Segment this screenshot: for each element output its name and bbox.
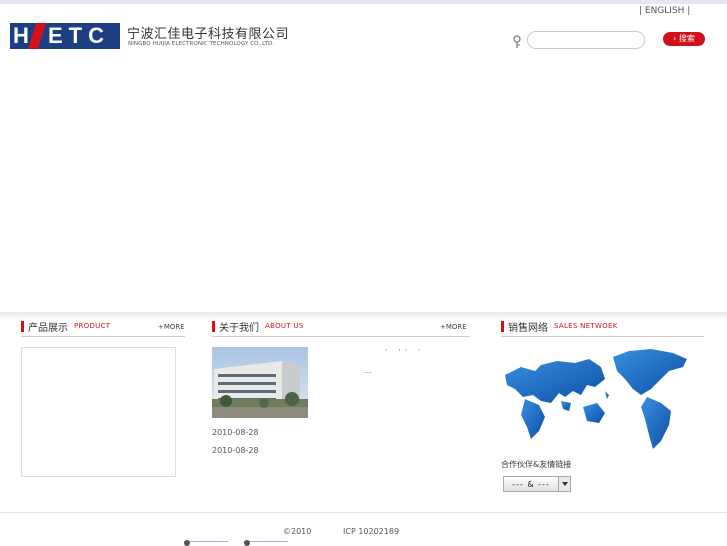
sales-title-cn: 销售网络: [508, 322, 548, 334]
company-name-cn: 宁波汇佳电子科技有限公司: [127, 27, 290, 42]
search-button[interactable]: › 搜索: [663, 32, 705, 46]
product-showcase[interactable]: [21, 347, 176, 477]
title-bar: [21, 320, 24, 332]
footer-copyright: ©2010: [283, 527, 312, 536]
logo-mark: H ETC: [10, 23, 120, 49]
footer-divider: [0, 512, 727, 513]
product-divider: [21, 336, 185, 337]
footer-badge-icon[interactable]: [184, 540, 228, 546]
about-ellipsis: ...: [364, 366, 372, 375]
logo-letter-h: H: [13, 23, 29, 48]
product-more-link[interactable]: +MORE: [158, 323, 185, 331]
world-map[interactable]: [501, 345, 694, 453]
about-section-title: 关于我们 ABOUT US: [212, 319, 304, 334]
news-date: 2010-08-28: [212, 428, 259, 437]
sales-divider: [501, 336, 704, 337]
company-name-en: NINGBO HUIJIA ELECTRONIC TECHNOLOGY CO.,…: [128, 41, 275, 47]
product-section-title: 产品展示 PRODUCT: [21, 319, 111, 334]
about-title-cn: 关于我们: [219, 322, 259, 334]
logo-letters-etc: ETC: [48, 23, 110, 48]
partner-select-value: --- & ---: [512, 479, 550, 489]
sales-section-title: 销售网络 SALES NETWOEK: [501, 319, 618, 334]
english-link[interactable]: | ENGLISH |: [639, 6, 690, 16]
about-title-en: ABOUT US: [265, 322, 304, 330]
news-date: 2010-08-28: [212, 446, 259, 455]
footer-icp[interactable]: ICP 10202189: [343, 527, 399, 536]
partner-links-label: 合作伙伴&友情链接: [501, 460, 572, 469]
sales-title-en: SALES NETWOEK: [554, 322, 618, 330]
product-title-en: PRODUCT: [74, 322, 111, 330]
search-input[interactable]: [527, 31, 645, 49]
partner-links-select[interactable]: --- & ---: [503, 476, 571, 492]
about-divider: [212, 336, 470, 337]
product-title-cn: 产品展示: [28, 322, 68, 334]
top-bar: [0, 0, 727, 4]
title-bar: [212, 320, 215, 332]
company-logo[interactable]: H ETC: [10, 23, 120, 49]
key-icon: [513, 35, 521, 48]
about-more-link[interactable]: +MORE: [440, 323, 467, 331]
chevron-down-icon[interactable]: [558, 477, 570, 491]
about-text-fragment: · ·· ·: [385, 346, 425, 355]
footer-badge-icon[interactable]: [244, 540, 288, 546]
company-building-photo[interactable]: [212, 347, 308, 418]
banner-area: [0, 60, 727, 312]
logo-slash: [27, 23, 47, 49]
title-bar: [501, 320, 504, 332]
